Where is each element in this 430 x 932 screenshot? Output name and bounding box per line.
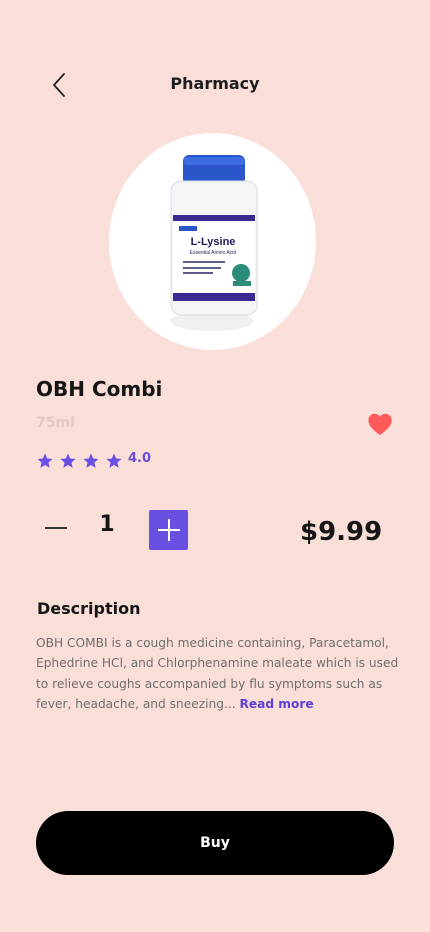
rating: 4.0 — [36, 450, 152, 470]
star-icon — [60, 453, 76, 468]
minus-icon — [45, 527, 67, 529]
product-name: OBH Combi — [36, 377, 163, 401]
page-title: Pharmacy — [170, 74, 260, 93]
product-size: 75ml — [36, 415, 75, 431]
heart-icon — [368, 413, 392, 436]
product-price: $9.99 — [300, 517, 383, 547]
increase-quantity-button[interactable] — [149, 510, 188, 550]
buy-button[interactable]: Buy — [36, 811, 394, 875]
description-text: OBH COMBI is a cough medicine containing… — [36, 633, 406, 714]
favorite-button[interactable] — [366, 410, 394, 438]
description-title: Description — [37, 599, 141, 618]
star-icon — [106, 453, 122, 468]
star-icon — [83, 453, 99, 468]
label-subtitle: Essential Amino Acid — [190, 250, 237, 256]
read-more-link[interactable]: Read more — [239, 697, 313, 711]
plus-icon — [157, 519, 180, 541]
star-icon — [37, 453, 53, 468]
rating-value: 4.0 — [128, 450, 152, 466]
decrease-quantity-button[interactable] — [44, 516, 68, 540]
description-body: OBH COMBI is a cough medicine containing… — [36, 636, 399, 711]
label-title: L-Lysine — [191, 236, 236, 248]
product-image: L-Lysine Essential Amino Acid — [109, 133, 316, 350]
quantity-value: 1 — [99, 512, 115, 537]
